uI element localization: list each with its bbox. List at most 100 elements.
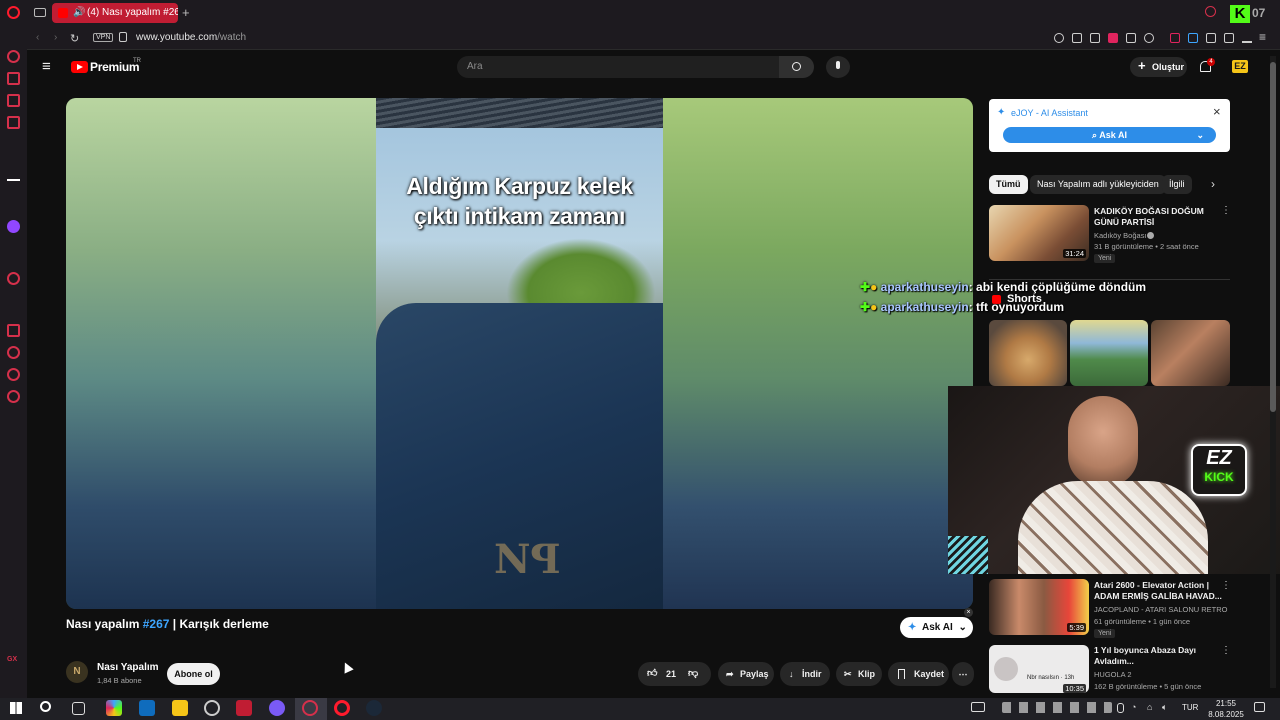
extension-icon-1[interactable] <box>1170 33 1180 43</box>
rec-menu-icon-2[interactable]: ⋮ <box>1221 580 1231 591</box>
play-icon[interactable] <box>1126 33 1136 43</box>
video-player[interactable]: Aldığım Karpuz kelek çıktı intikam zaman… <box>66 98 973 609</box>
rec-channel-2[interactable]: JACOPLAND - ATARI SALONU RETRO KO... <box>1094 605 1229 614</box>
like-button[interactable]: 👍︎ 21 👎︎ <box>638 662 711 686</box>
search-tabs-icon[interactable] <box>1205 6 1216 17</box>
steam-icon[interactable] <box>366 700 382 716</box>
sidebar-icon-7[interactable] <box>7 368 20 381</box>
youtube-logo-icon[interactable] <box>71 61 88 73</box>
taskbar-search-icon[interactable] <box>40 701 51 712</box>
url-field[interactable]: www.youtube.com/watch <box>136 32 246 43</box>
rec-title-3[interactable]: 1 Yıl boyunca Abaza Dayı Avladım... <box>1094 645 1196 667</box>
clip-button[interactable]: ✂ Klip <box>836 662 882 686</box>
channel-avatar[interactable]: N <box>66 661 88 683</box>
tray-icons[interactable] <box>1002 702 1112 713</box>
file-explorer-icon[interactable] <box>172 700 188 716</box>
rec-thumbnail-1[interactable]: 31:24 <box>989 205 1089 261</box>
twitch-icon[interactable] <box>7 220 20 233</box>
rec-thumbnail-2[interactable]: 5:39 <box>989 579 1089 635</box>
chip-uploader[interactable]: Nası Yapalım adlı yükleyiciden <box>1030 175 1166 194</box>
microphone-tray-icon[interactable] <box>1117 703 1124 713</box>
opera-taskbar-icon[interactable] <box>334 700 350 716</box>
pocket-icon[interactable] <box>1108 33 1118 43</box>
app-icon-1[interactable] <box>204 700 220 716</box>
save-button[interactable]: Kaydet <box>888 662 949 686</box>
sidebar-icon-5[interactable] <box>7 168 20 181</box>
back-icon[interactable]: ‹ <box>36 32 39 43</box>
zoom-icon[interactable] <box>1054 33 1064 43</box>
sidebar-icon-3[interactable] <box>7 94 20 107</box>
network-icon[interactable]: ⌂ <box>1147 702 1152 712</box>
scrollbar-thumb[interactable] <box>1270 62 1276 412</box>
windows-start-icon[interactable] <box>10 702 22 714</box>
page-scrollbar[interactable] <box>1270 56 1276 688</box>
sidebar-icon-4[interactable] <box>7 116 20 129</box>
download-icon[interactable] <box>1242 33 1252 43</box>
voice-search-button[interactable] <box>826 56 850 78</box>
ejoy-close-icon[interactable]: × <box>1213 104 1221 119</box>
sidebar-icon-2[interactable] <box>7 72 20 85</box>
download-button[interactable]: ↓ İndir <box>780 662 830 686</box>
wifi-icon[interactable]: ◔ <box>1131 702 1136 712</box>
rec-channel-3[interactable]: HUGOLA 2 <box>1094 670 1132 679</box>
history-icon[interactable] <box>7 346 20 359</box>
forward-icon[interactable]: › <box>54 32 57 43</box>
ejoy-ask-ai-button[interactable]: ⌕ Ask AI ⌄ <box>1003 127 1216 143</box>
language-indicator[interactable]: TUR <box>1182 703 1198 712</box>
menu-icon[interactable]: ≡ <box>1259 30 1266 44</box>
video-hashtag-link[interactable]: #267 <box>143 617 170 631</box>
short-thumbnail-2[interactable] <box>1070 320 1148 386</box>
extensions-icon[interactable] <box>1206 33 1216 43</box>
ask-ai-button[interactable]: ✦ Ask AI ⌄ <box>900 617 973 638</box>
app-icon-3[interactable] <box>269 700 285 716</box>
heart-icon[interactable] <box>1144 33 1154 43</box>
more-actions-button[interactable]: ⋯ <box>952 662 974 686</box>
outlook-icon[interactable] <box>139 700 155 716</box>
rec-channel-1[interactable]: Kadıköy Boğası <box>1094 231 1147 240</box>
rec-title-1[interactable]: KADIKÖY BOĞASI DOĞUM GÜNÜ PARTİSİ <box>1094 206 1204 228</box>
copilot-icon[interactable] <box>106 700 122 716</box>
create-button[interactable]: + Oluştur <box>1130 57 1187 77</box>
settings-icon[interactable] <box>7 390 20 403</box>
tab-active[interactable]: 🔊 (4) Nası yapalım #267 <box>52 3 178 23</box>
task-view-icon[interactable] <box>72 702 85 715</box>
new-tab-button[interactable]: + <box>182 5 190 20</box>
clock[interactable]: 21:55 8.08.2025 <box>1206 698 1246 720</box>
minimize-icon[interactable]: 07 <box>1252 6 1265 20</box>
share-button[interactable]: ➦ Paylaş <box>718 662 774 686</box>
search-input[interactable]: Ara <box>457 56 779 78</box>
opera-logo-icon[interactable] <box>7 6 20 19</box>
screenshot-icon[interactable] <box>1090 33 1100 43</box>
chip-next-icon[interactable]: › <box>1211 177 1215 191</box>
thumbs-down-icon[interactable]: 👎︎ <box>688 662 698 686</box>
reload-icon[interactable]: ↻ <box>70 32 79 45</box>
share-icon[interactable] <box>1224 33 1234 43</box>
sidebar-icon-player[interactable] <box>7 272 20 285</box>
tab-manager-icon[interactable] <box>34 8 46 17</box>
chip-related[interactable]: İlgili <box>1162 175 1192 194</box>
volume-icon[interactable]: 🔈︎ <box>1162 702 1167 713</box>
short-thumbnail-3[interactable] <box>1151 320 1230 386</box>
subscribe-button[interactable]: Abone ol <box>167 663 220 685</box>
notification-center-icon[interactable] <box>1254 702 1265 712</box>
chip-all[interactable]: Tümü <box>989 175 1028 194</box>
rec-menu-icon-3[interactable]: ⋮ <box>1221 645 1231 656</box>
snapshot-icon[interactable] <box>1072 33 1082 43</box>
sidebar-icon-6[interactable] <box>7 324 20 337</box>
translate-icon[interactable] <box>1188 33 1198 43</box>
tray-keyboard-icon[interactable] <box>971 702 985 712</box>
rec-thumbnail-3[interactable]: Nbr nasılsın · 13h 10:35 <box>989 645 1089 693</box>
avatar[interactable]: EZ <box>1232 60 1248 73</box>
rec-title-2[interactable]: Atari 2600 - Elevator Action | ADAM ERMİŞ… <box>1094 580 1222 602</box>
app-icon-2[interactable] <box>236 700 252 716</box>
youtube-premium-logo[interactable]: Premium <box>90 60 140 74</box>
short-thumbnail-1[interactable] <box>989 320 1067 386</box>
opera-gx-taskbar-icon[interactable] <box>302 700 318 716</box>
lock-icon[interactable] <box>119 32 127 42</box>
channel-name[interactable]: Nası Yapalım <box>97 662 159 673</box>
rec-menu-icon-1[interactable]: ⋮ <box>1221 205 1231 216</box>
close-icon[interactable]: × <box>964 608 973 617</box>
speaker-icon[interactable]: 🔊 <box>73 3 85 23</box>
hamburger-menu-icon[interactable]: ≡ <box>42 58 51 75</box>
search-button[interactable] <box>779 56 814 78</box>
